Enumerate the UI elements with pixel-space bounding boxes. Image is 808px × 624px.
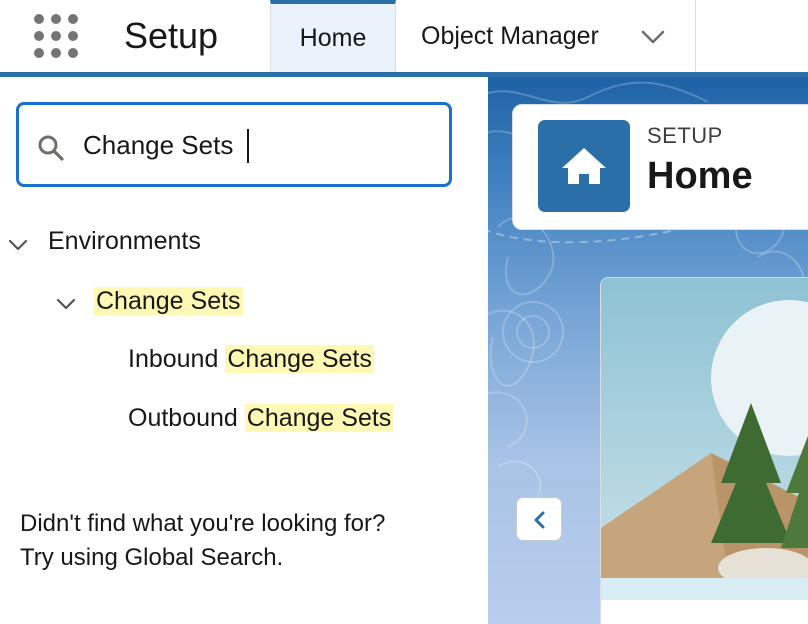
page-title: Home — [647, 155, 753, 197]
help-text-line1: Didn't find what you're looking for? — [20, 510, 386, 537]
search-match-highlight: Change Sets — [244, 404, 394, 432]
chevron-down-icon[interactable] — [55, 293, 77, 315]
search-match-highlight: Change Sets — [94, 287, 243, 315]
no-results-help: Didn't find what you're looking for? Try… — [20, 507, 480, 575]
setup-navigation-panel: Environments Change Sets Inbound Change … — [0, 77, 488, 624]
setup-home-header: SETUP Home — [512, 104, 808, 230]
tab-home-label: Home — [299, 23, 367, 52]
tree-item-inbound-change-sets[interactable]: Inbound Change Sets — [128, 343, 374, 375]
home-icon — [538, 120, 630, 212]
app-title: Setup — [124, 15, 219, 56]
search-match-highlight: Change Sets — [225, 345, 374, 373]
collapse-sidebar-button[interactable] — [516, 497, 562, 541]
quick-find-box[interactable] — [16, 102, 452, 187]
tab-object-manager-label: Object Manager — [421, 21, 599, 50]
help-text-line2: Try using Global Search. — [20, 544, 284, 571]
tree-section-environments[interactable]: Environments — [48, 225, 201, 257]
tree-item-outbound-change-sets[interactable]: Outbound Change Sets — [128, 402, 394, 434]
setup-home-content: SETUP Home — [488, 77, 808, 624]
global-header: Setup Home Object Manager — [0, 0, 808, 72]
quick-find-input[interactable] — [83, 124, 423, 166]
tree-item-label: Inbound — [128, 345, 226, 373]
chevron-left-icon — [534, 511, 545, 529]
text-cursor — [247, 129, 249, 163]
tree-group-change-sets[interactable]: Change Sets — [94, 285, 243, 317]
page-eyebrow: SETUP — [647, 123, 723, 148]
tree-item-label: Outbound — [128, 404, 245, 432]
search-icon — [38, 135, 64, 161]
app-launcher-icon[interactable] — [34, 14, 78, 58]
chevron-down-icon[interactable] — [7, 234, 29, 256]
setup-home-illustration — [600, 277, 808, 624]
chevron-down-icon[interactable] — [640, 24, 666, 50]
tab-home[interactable]: Home — [270, 0, 396, 72]
